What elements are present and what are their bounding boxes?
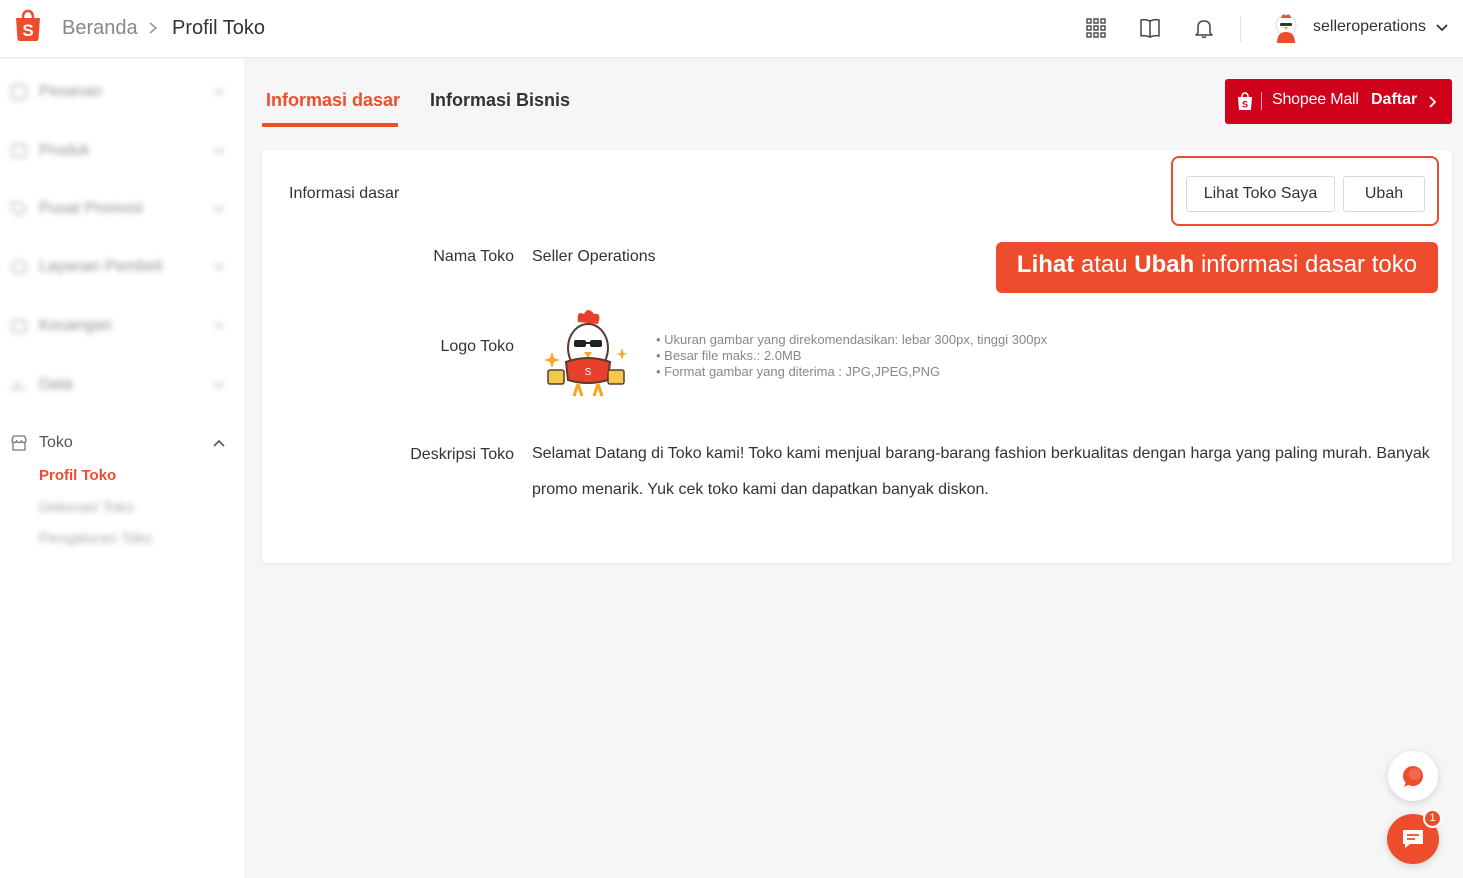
chevron-down-icon xyxy=(213,322,225,330)
store-icon xyxy=(11,435,27,451)
clipboard-icon xyxy=(11,84,27,100)
shop-name-value: Seller Operations xyxy=(532,248,656,265)
basic-info-card: Informasi dasar Lihat Toko Saya Ubah Lih… xyxy=(262,150,1452,563)
sidebar-item-pusat-promosi[interactable]: Pusat Promosi xyxy=(10,194,230,224)
svg-text:S: S xyxy=(585,367,592,378)
chevron-down-icon xyxy=(213,88,225,96)
sidebar-item-produk[interactable]: Produk xyxy=(10,136,230,166)
chevron-down-icon xyxy=(213,381,225,389)
logo-hint-format: Format gambar yang diterima : JPG,JPEG,P… xyxy=(656,364,1047,380)
shopping-bag-icon: S xyxy=(1238,92,1252,110)
sidebar-subitem-dekorasi-toko[interactable]: Dekorasi Toko xyxy=(39,499,134,516)
tag-icon xyxy=(11,201,28,218)
callout-rest: informasi dasar toko xyxy=(1194,251,1418,278)
sidebar-subitem-profil-toko[interactable]: Profil Toko xyxy=(39,467,116,484)
sidebar-item-label: Layanan Pembeli xyxy=(39,258,163,275)
daftar-label: Daftar xyxy=(1371,91,1418,108)
shopee-mall-label: Shopee Mall xyxy=(1272,91,1359,108)
sidebar-item-pesanan[interactable]: Pesanan xyxy=(10,77,230,107)
apps-grid-icon[interactable] xyxy=(1085,17,1107,39)
chevron-down-icon xyxy=(213,205,225,213)
shop-logo-label: Logo Toko xyxy=(440,338,514,355)
message-icon xyxy=(1403,830,1423,848)
sidebar-item-label: Pesanan xyxy=(39,83,103,100)
tutorial-callout: Lihat atau Ubah informasi dasar toko xyxy=(996,242,1438,293)
chevron-right-icon xyxy=(149,22,158,34)
chevron-right-icon xyxy=(1429,96,1437,108)
chevron-down-icon[interactable] xyxy=(1435,21,1449,35)
logo-hint-size: Ukuran gambar yang direkomendasikan: leb… xyxy=(656,332,1047,348)
breadcrumb-current: Profil Toko xyxy=(172,17,266,39)
sidebar-item-label: Data xyxy=(39,376,73,393)
callout-word-lihat: Lihat xyxy=(1016,251,1075,278)
logo-hint-filesize: Besar file maks.: 2.0MB xyxy=(656,348,1047,364)
edit-button[interactable]: Ubah xyxy=(1343,176,1425,212)
header-divider xyxy=(1240,16,1241,42)
headset-icon xyxy=(11,260,27,274)
sidebar-item-toko[interactable]: Toko xyxy=(10,428,230,458)
chevron-down-icon xyxy=(213,147,225,155)
tab-informasi-dasar[interactable]: Informasi dasar xyxy=(266,90,400,111)
sidebar-item-label: Produk xyxy=(39,142,90,159)
bell-icon[interactable] xyxy=(1193,17,1215,39)
callout-word-ubah: Ubah xyxy=(1134,251,1195,278)
avatar[interactable] xyxy=(1271,12,1301,44)
top-header: S Beranda Profil Toko selleroperations xyxy=(0,0,1463,58)
banner-divider xyxy=(1261,92,1262,110)
shop-description-label: Deskripsi Toko xyxy=(410,446,514,463)
sidebar-item-layanan-pembeli[interactable]: Layanan Pembeli xyxy=(10,252,230,282)
assistant-button[interactable] xyxy=(1388,751,1438,801)
sidebar-item-data[interactable]: Data xyxy=(10,370,230,400)
shopee-logo-icon[interactable]: S xyxy=(13,9,43,41)
sidebar: Pesanan Produk Pusat Promosi Layanan Pem… xyxy=(0,59,244,878)
logo-hints: Ukuran gambar yang direkomendasikan: leb… xyxy=(656,332,1047,380)
sidebar-item-label: Pusat Promosi xyxy=(39,200,144,217)
chevron-up-icon xyxy=(213,439,225,447)
shop-name-label: Nama Toko xyxy=(433,248,514,265)
shop-logo-image: S xyxy=(544,310,628,397)
shopee-mall-register-button[interactable]: S Shopee Mall Daftar xyxy=(1225,79,1452,124)
chat-bubble-icon xyxy=(1403,766,1423,787)
view-shop-button[interactable]: Lihat Toko Saya xyxy=(1186,176,1335,212)
chevron-down-icon xyxy=(213,263,225,271)
card-title: Informasi dasar xyxy=(289,185,400,202)
sidebar-item-keuangan[interactable]: Keuangan xyxy=(10,311,230,341)
svg-text:S: S xyxy=(1242,100,1248,110)
shop-description-value: Selamat Datang di Toko kami! Toko kami m… xyxy=(532,445,1430,498)
svg-text:S: S xyxy=(22,21,33,40)
sidebar-subitem-pengaturan-toko[interactable]: Pengaturan Toko xyxy=(39,530,152,547)
tab-active-indicator xyxy=(262,123,398,127)
book-icon[interactable] xyxy=(1139,17,1161,39)
username[interactable]: selleroperations xyxy=(1313,18,1426,36)
tab-informasi-bisnis[interactable]: Informasi Bisnis xyxy=(430,90,570,111)
wallet-icon xyxy=(11,320,27,333)
chat-notification-badge: 1 xyxy=(1423,809,1442,828)
box-icon xyxy=(11,144,27,158)
breadcrumb-home[interactable]: Beranda xyxy=(62,17,138,40)
chart-icon xyxy=(12,381,24,391)
callout-mid: atau xyxy=(1074,251,1135,278)
sidebar-item-label: Toko xyxy=(39,434,73,451)
sidebar-item-label: Keuangan xyxy=(39,317,112,334)
